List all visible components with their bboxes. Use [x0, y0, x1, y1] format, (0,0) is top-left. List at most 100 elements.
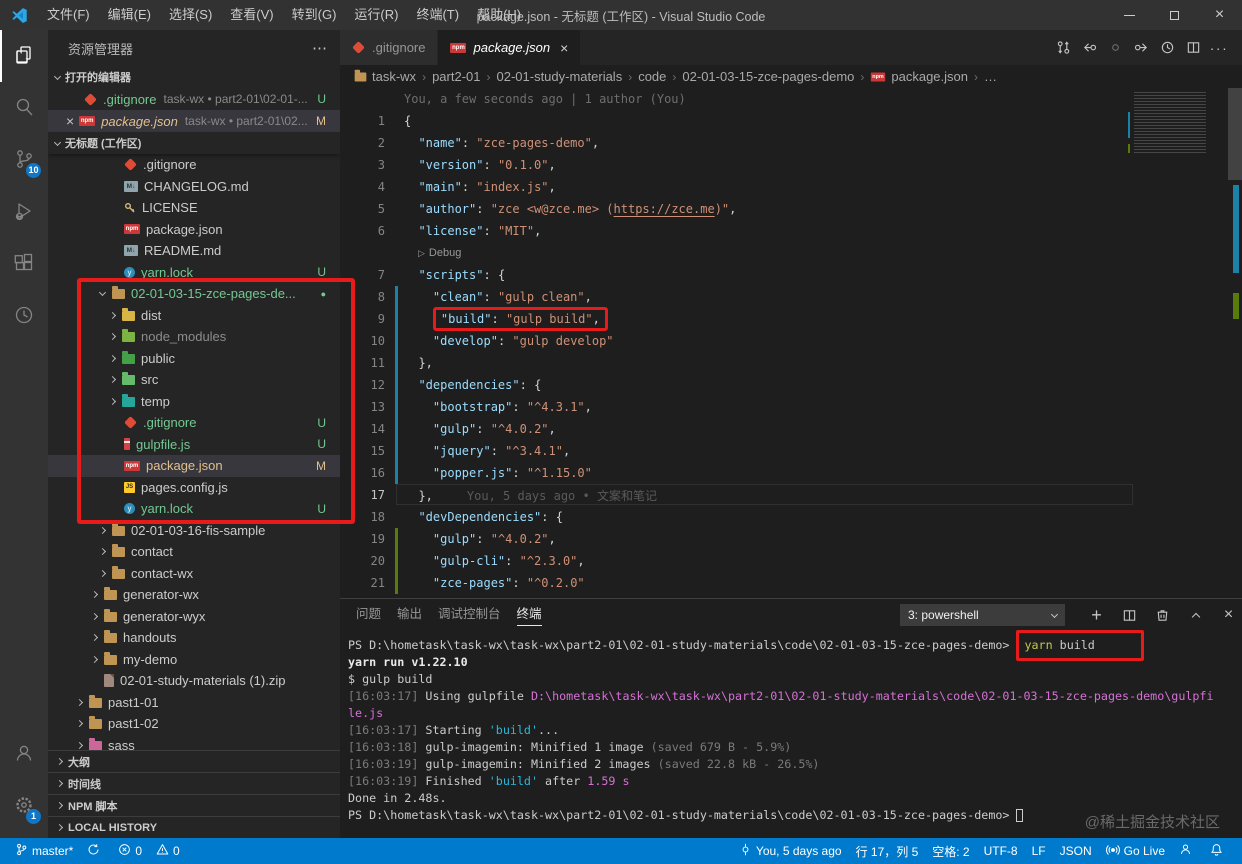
code-line-6[interactable]: 6 "license": "MIT",	[340, 220, 1140, 242]
tree-item-dist[interactable]: dist	[48, 305, 340, 327]
close-editor-icon[interactable]: ×	[66, 113, 74, 129]
file-history-icon[interactable]	[1154, 30, 1180, 65]
status-cursor-position[interactable]: 行 17，列 5	[849, 838, 926, 864]
code-line-16[interactable]: 16 "popper.js": "^1.15.0"	[340, 462, 1140, 484]
tree-item-readme-md[interactable]: M↓ README.md	[48, 240, 340, 262]
breadcrumb-code[interactable]: code	[638, 69, 666, 84]
code-line-17[interactable]: 17 }, You, 5 days ago • 文案和笔记	[340, 484, 1140, 506]
tree-item-handouts[interactable]: handouts	[48, 627, 340, 649]
breadcrumb-package-json[interactable]: npm package.json	[870, 69, 968, 84]
status-notifications[interactable]	[1203, 838, 1234, 864]
activity-settings[interactable]: 1	[0, 780, 48, 832]
tree-item-node-modules[interactable]: node_modules	[48, 326, 340, 348]
code-line-13[interactable]: 13 "bootstrap": "^4.3.1",	[340, 396, 1140, 418]
code-line-12[interactable]: 12 "dependencies": {	[340, 374, 1140, 396]
tree-item-past1-02[interactable]: past1-02	[48, 713, 340, 735]
more-actions-icon[interactable]: ···	[1206, 30, 1232, 65]
tree-item-pages-config-js[interactable]: JS pages.config.js	[48, 477, 340, 499]
tree-item-02-01-study-materials-1-zip[interactable]: 02-01-study-materials (1).zip	[48, 670, 340, 692]
code-line-20[interactable]: 20 "gulp-cli": "^2.3.0",	[340, 550, 1140, 572]
previous-change-icon[interactable]	[1076, 30, 1102, 65]
activity-explorer[interactable]	[0, 30, 48, 82]
code-line-14[interactable]: 14 "gulp": "^4.0.2",	[340, 418, 1140, 440]
code-line-15[interactable]: 15 "jquery": "^3.4.1",	[340, 440, 1140, 462]
breadcrumb-task-wx[interactable]: task-wx	[354, 69, 416, 84]
code-line-4[interactable]: 4 "main": "index.js",	[340, 176, 1140, 198]
split-terminal-icon[interactable]	[1113, 599, 1146, 631]
section-大纲[interactable]: 大纲	[48, 750, 340, 772]
tree-item-my-demo[interactable]: my-demo	[48, 649, 340, 671]
tree-item-yarn-lock[interactable]: y yarn.lock U	[48, 498, 340, 520]
status-language-mode[interactable]: JSON	[1053, 838, 1099, 864]
activity-extensions[interactable]	[0, 238, 48, 290]
tree-item-contact[interactable]: contact	[48, 541, 340, 563]
status-errors[interactable]: 0	[111, 838, 149, 864]
close-button[interactable]: ×	[1197, 0, 1242, 30]
tab-gitignore[interactable]: .gitignore	[340, 30, 439, 65]
status-feedback[interactable]	[1172, 838, 1203, 864]
menu-终端-t[interactable]: 终端(T)	[407, 0, 468, 30]
status-eol[interactable]: LF	[1025, 838, 1053, 864]
minimap[interactable]	[1128, 92, 1214, 154]
terminal-output[interactable]: PS D:\hometask\task-wx\task-wx\part2-01\…	[348, 630, 1238, 824]
status-gitlens-blame[interactable]: You, 5 days ago	[732, 838, 849, 864]
panel-tab-输出[interactable]: 输出	[397, 599, 422, 631]
tree-item-generator-wyx[interactable]: generator-wyx	[48, 606, 340, 628]
tree-item-generator-wx[interactable]: generator-wx	[48, 584, 340, 606]
maximize-button[interactable]	[1152, 0, 1197, 30]
tree-item-package-json[interactable]: npm package.json	[48, 219, 340, 241]
code-line-18[interactable]: 18 "devDependencies": {	[340, 506, 1140, 528]
tree-item-license[interactable]: LICENSE	[48, 197, 340, 219]
status-go-live[interactable]: Go Live	[1099, 838, 1172, 864]
open-editor-package-json[interactable]: × npm package.json task-wx • part2-01\02...…	[48, 110, 340, 132]
editor-scrollbar[interactable]	[1228, 88, 1242, 628]
workspace-header[interactable]: 无标题 (工作区)	[48, 132, 340, 154]
code-line-19[interactable]: 19 "gulp": "^4.0.2",	[340, 528, 1140, 550]
panel-tab-终端[interactable]: 终端	[516, 599, 542, 631]
tree-item-changelog-md[interactable]: M↓ CHANGELOG.md	[48, 176, 340, 198]
activity-run-debug[interactable]	[0, 186, 48, 238]
code-editor[interactable]: You, a few seconds ago | 1 author (You) …	[340, 88, 1242, 628]
section-npm-脚本[interactable]: NPM 脚本	[48, 794, 340, 816]
activity-source-control[interactable]: 10	[0, 134, 48, 186]
open-editors-header[interactable]: 打开的编辑器	[48, 66, 340, 88]
breadcrumb-02-01-03-15-zce-pages-demo[interactable]: 02-01-03-15-zce-pages-demo	[682, 69, 854, 84]
activity-account[interactable]	[0, 728, 48, 780]
tree-item-02-01-03-15-zce-pages-de[interactable]: 02-01-03-15-zce-pages-de... ●	[48, 283, 340, 305]
codelens-debug[interactable]: ▷ Debug	[340, 242, 1140, 264]
code-line-7[interactable]: 7 "scripts": {	[340, 264, 1140, 286]
sidebar-more-actions-icon[interactable]: ⋯	[312, 39, 328, 57]
breadcrumb-item[interactable]: …	[984, 69, 997, 84]
tree-item-package-json[interactable]: npm package.json M	[48, 455, 340, 477]
status-encoding[interactable]: UTF-8	[977, 838, 1025, 864]
tree-item-temp[interactable]: temp	[48, 391, 340, 413]
status-git-branch[interactable]: master*	[8, 838, 80, 864]
code-line-9[interactable]: 9 "build": "gulp build",	[340, 307, 1140, 331]
tree-item-gitignore[interactable]: .gitignore	[48, 154, 340, 176]
close-panel-icon[interactable]: ×	[1212, 599, 1242, 631]
breadcrumb-part2-01[interactable]: part2-01	[432, 69, 480, 84]
code-line-1[interactable]: 1{	[340, 110, 1140, 132]
close-tab-icon[interactable]: ×	[560, 40, 568, 56]
kill-terminal-icon[interactable]	[1146, 599, 1179, 631]
code-line-5[interactable]: 5 "author": "zce <w@zce.me> (https://zce…	[340, 198, 1140, 220]
status-sync[interactable]	[80, 838, 111, 864]
section-local-history[interactable]: LOCAL HISTORY	[48, 816, 340, 838]
code-line-8[interactable]: 8 "clean": "gulp clean",	[340, 286, 1140, 308]
open-changes-icon[interactable]	[1102, 30, 1128, 65]
tree-item-src[interactable]: src	[48, 369, 340, 391]
menu-帮助-h[interactable]: 帮助(H)	[468, 0, 530, 30]
tree-item-02-01-03-16-fis-sample[interactable]: 02-01-03-16-fis-sample	[48, 520, 340, 542]
tree-item-gitignore[interactable]: .gitignore U	[48, 412, 340, 434]
panel-tab-调试控制台[interactable]: 调试控制台	[438, 599, 501, 631]
tree-item-gulpfile-js[interactable]: gulpfile.js U	[48, 434, 340, 456]
status-indentation[interactable]: 空格: 2	[925, 838, 976, 864]
menu-运行-r[interactable]: 运行(R)	[345, 0, 407, 30]
tab-package-json[interactable]: npm package.json ×	[438, 30, 582, 65]
menu-查看-v[interactable]: 查看(V)	[221, 0, 282, 30]
new-terminal-icon[interactable]: +	[1080, 599, 1113, 631]
tree-item-past1-01[interactable]: past1-01	[48, 692, 340, 714]
code-line-11[interactable]: 11 },	[340, 352, 1140, 374]
open-editor-gitignore[interactable]: .gitignore task-wx • part2-01\02-01-... U	[48, 88, 340, 110]
menu-文件-f[interactable]: 文件(F)	[38, 0, 99, 30]
